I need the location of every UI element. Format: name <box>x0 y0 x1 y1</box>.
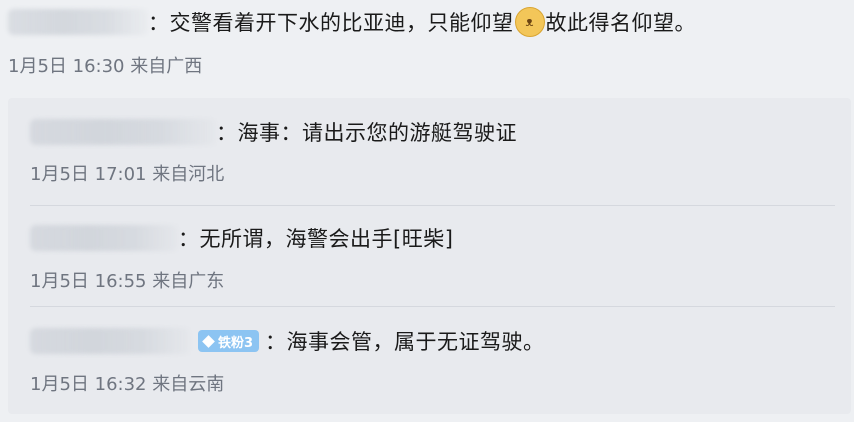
reply-item: ：无所谓，海警会出手[旺柴] 1月5日 16:55 来自广东 <box>8 206 851 304</box>
fan-badge[interactable]: 铁粉3 <box>198 330 260 352</box>
blurred-username[interactable] <box>30 328 190 354</box>
reply-timestamp: 1月5日 16:32 来自云南 <box>30 374 225 395</box>
main-comment-line: ：交警看着开下水的比亚迪，只能仰望 ᴥ 故此得名仰望。 <box>8 4 696 40</box>
main-comment-text-after: 故此得名仰望。 <box>545 11 696 35</box>
blurred-username[interactable] <box>30 225 178 251</box>
main-comment-text: ：交警看着开下水的比亚迪，只能仰望 <box>148 11 514 35</box>
blurred-username[interactable] <box>30 119 216 145</box>
blurred-username[interactable] <box>8 9 148 35</box>
reply-text: ：无所谓，海警会出手[旺柴] <box>178 227 454 251</box>
reply-timestamp: 1月5日 16:55 来自广东 <box>30 271 225 292</box>
divider <box>30 306 835 307</box>
reply-timestamp: 1月5日 17:01 来自河北 <box>30 164 225 185</box>
fan-badge-label: 铁粉3 <box>218 335 254 351</box>
reply-text: ：海事：请出示您的游艇驾驶证 <box>216 121 517 145</box>
reply-item: ：海事：请出示您的游艇驾驶证 1月5日 17:01 来自河北 <box>8 98 851 194</box>
diamond-icon <box>202 334 215 348</box>
reply-line: 铁粉3 ：海事会管，属于无证驾驶。 <box>30 323 545 359</box>
reply-line: ：无所谓，海警会出手[旺柴] <box>30 220 453 256</box>
reply-text: ：海事会管，属于无证驾驶。 <box>265 330 545 354</box>
main-comment-timestamp: 1月5日 16:30 来自广西 <box>8 56 203 77</box>
cat-face-emoji-icon: ᴥ <box>514 7 545 37</box>
main-comment: ：交警看着开下水的比亚迪，只能仰望 ᴥ 故此得名仰望。 1月5日 16:30 来… <box>0 0 854 96</box>
reply-line: ：海事：请出示您的游艇驾驶证 <box>30 114 517 150</box>
replies-panel: ：海事：请出示您的游艇驾驶证 1月5日 17:01 来自河北 ：无所谓，海警会出… <box>8 98 851 414</box>
reply-item: 铁粉3 ：海事会管，属于无证驾驶。 1月5日 16:32 来自云南 <box>8 308 851 414</box>
